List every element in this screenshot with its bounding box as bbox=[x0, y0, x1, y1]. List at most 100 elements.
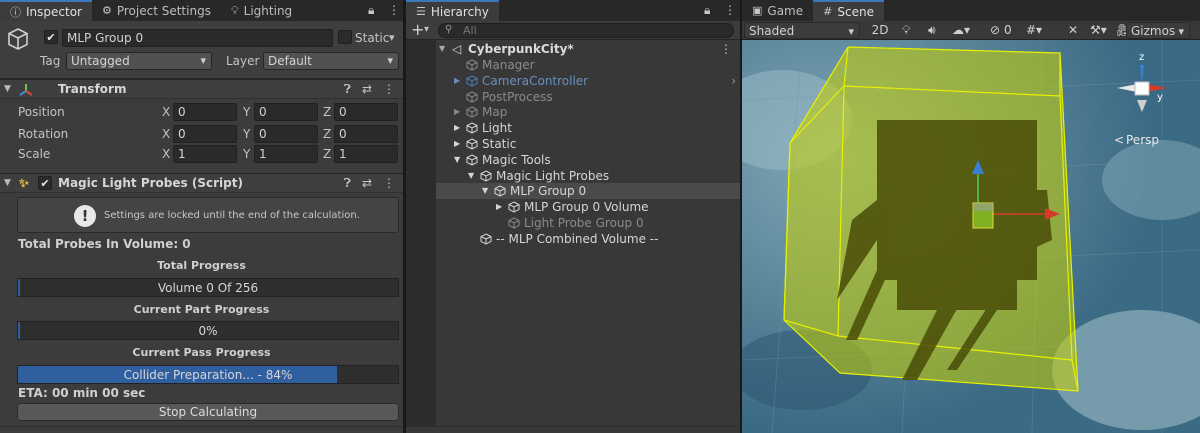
position-y-field[interactable]: 0 bbox=[254, 103, 318, 121]
stop-calculating-button[interactable]: Stop Calculating bbox=[17, 403, 399, 421]
shading-dropdown[interactable]: Shaded bbox=[744, 22, 860, 40]
tab-scene[interactable]: # Scene bbox=[813, 0, 884, 21]
rotation-z-field[interactable]: 0 bbox=[334, 125, 398, 143]
fold-open-icon[interactable]: ▼ bbox=[468, 168, 474, 184]
help-icon[interactable]: ❓︎ bbox=[344, 82, 351, 97]
fold-open-icon[interactable]: ▼ bbox=[482, 183, 488, 199]
script-enabled-checkbox[interactable]: ✔ bbox=[38, 176, 52, 190]
hidden-objects-icon[interactable]: ⊘ bbox=[990, 22, 1000, 39]
hierarchy-search[interactable]: ⚲ bbox=[438, 23, 734, 38]
tools-icon[interactable]: ✕ bbox=[1068, 22, 1078, 39]
exclamation-icon: ! bbox=[74, 205, 96, 227]
layer-dropdown[interactable]: Default bbox=[263, 52, 399, 70]
hierarchy-item-label: MLP Group 0 Volume bbox=[524, 200, 649, 215]
hierarchy-item-label: CameraController bbox=[482, 73, 589, 88]
hierarchy-item[interactable]: PostProcess bbox=[436, 89, 740, 105]
persp-label[interactable]: Persp bbox=[1126, 133, 1159, 147]
preset-icon[interactable]: ⇄ bbox=[362, 176, 372, 191]
fold-open-icon[interactable]: ▼ bbox=[4, 178, 11, 188]
static-checkbox[interactable] bbox=[338, 30, 352, 44]
inspector-tabbar: ⓘ Inspector ⚙ Project Settings 💡︎ Lighti… bbox=[0, 0, 403, 21]
gameobject-cube-icon bbox=[466, 59, 478, 71]
rotation-label: Rotation bbox=[18, 127, 69, 141]
hierarchy-item[interactable]: ▼ Magic Light Probes bbox=[436, 168, 740, 184]
static-dropdown-icon[interactable]: ▾ bbox=[389, 31, 395, 44]
fold-closed-icon[interactable]: ▶ bbox=[454, 120, 460, 136]
gameobject-cube-icon bbox=[480, 233, 492, 245]
fold-open-icon[interactable]: ▼ bbox=[454, 152, 460, 168]
hierarchy-tabbar: ☰ Hierarchy bbox=[406, 0, 740, 21]
hierarchy-item[interactable]: Light Probe Group 0 bbox=[436, 215, 740, 231]
hierarchy-item[interactable]: ▶ Static bbox=[436, 136, 740, 152]
fold-open-icon[interactable]: ▼ bbox=[439, 41, 445, 57]
rotation-x-field[interactable]: 0 bbox=[173, 125, 237, 143]
scene-viewport[interactable]: z y < Persp bbox=[742, 40, 1200, 433]
rotation-y-field[interactable]: 0 bbox=[254, 125, 318, 143]
object-name-field[interactable]: MLP Group 0 bbox=[62, 29, 333, 47]
audio-toggle-icon[interactable]: 🔊︎ bbox=[928, 22, 936, 39]
tab-lighting[interactable]: 💡︎ Lighting bbox=[221, 0, 302, 21]
hierarchy-item[interactable]: Manager bbox=[436, 57, 740, 73]
hierarchy-item[interactable]: ▶ Map bbox=[436, 104, 740, 120]
unity-scene-icon: ◁ bbox=[452, 42, 462, 56]
gameobject-cube-icon bbox=[494, 185, 506, 197]
scale-row: Scale X 1 Y 1 Z 1 bbox=[0, 144, 403, 164]
chevron-right-icon[interactable]: › bbox=[731, 73, 736, 89]
preset-icon[interactable]: ⇄ bbox=[362, 82, 372, 97]
tab-game[interactable]: ▣ Game bbox=[742, 0, 813, 21]
hierarchy-item[interactable]: ▼ Magic Tools bbox=[436, 152, 740, 168]
hierarchy-item[interactable]: -- MLP Combined Volume -- bbox=[436, 231, 740, 247]
scale-x-field[interactable]: 1 bbox=[173, 145, 237, 163]
hierarchy-item-label: Light bbox=[482, 121, 512, 136]
fold-closed-icon[interactable]: ▶ bbox=[454, 136, 460, 152]
position-x-field[interactable]: 0 bbox=[173, 103, 237, 121]
position-row: Position X 0 Y 0 Z 0 bbox=[0, 102, 403, 122]
tag-dropdown[interactable]: Untagged bbox=[66, 52, 212, 70]
scale-y-field[interactable]: 1 bbox=[254, 145, 318, 163]
object-header: ✔ MLP Group 0 Static ▾ Tag Untagged Laye… bbox=[0, 21, 403, 79]
kebab-icon[interactable]: ⋮ bbox=[383, 176, 395, 191]
help-icon[interactable]: ❓︎ bbox=[344, 176, 351, 191]
hierarchy-item[interactable]: ▶ MLP Group 0 Volume bbox=[436, 199, 740, 215]
hierarchy-item[interactable]: ▼ MLP Group 0 bbox=[436, 183, 740, 200]
lock-icon[interactable]: 🔒︎ bbox=[704, 3, 716, 18]
search-input[interactable] bbox=[463, 24, 713, 37]
static-label[interactable]: Static bbox=[355, 31, 389, 45]
scale-z-field[interactable]: 1 bbox=[334, 145, 398, 163]
gear-icon: ⚙ bbox=[101, 4, 112, 17]
gameobject-cube-icon bbox=[466, 138, 478, 150]
hierarchy-item[interactable]: ▶ Light bbox=[436, 120, 740, 136]
2d-toggle[interactable]: 2D bbox=[870, 22, 890, 39]
position-z-field[interactable]: 0 bbox=[334, 103, 398, 121]
lighting-toggle-icon[interactable]: 💡︎ bbox=[902, 22, 910, 39]
transform-axes-icon bbox=[19, 84, 33, 96]
tab-project-settings[interactable]: ⚙ Project Settings bbox=[92, 0, 221, 21]
lock-icon[interactable]: 🔒︎ bbox=[368, 3, 380, 18]
axis-x-label: X bbox=[162, 127, 171, 141]
part-progress-title: Current Part Progress bbox=[133, 303, 270, 316]
tab-hierarchy[interactable]: ☰ Hierarchy bbox=[406, 0, 499, 21]
gizmos-dropdown[interactable]: Gizmos bbox=[1126, 22, 1190, 40]
magic-light-probes-header[interactable]: ▼ ✨︎ ✔ Magic Light Probes (Script) ❓︎ ⇄ … bbox=[0, 173, 403, 193]
fold-open-icon[interactable]: ▼ bbox=[4, 84, 11, 94]
add-button[interactable]: + bbox=[411, 21, 424, 39]
total-probes-label: Total Probes In Volume: 0 bbox=[18, 237, 191, 251]
tab-inspector[interactable]: ⓘ Inspector bbox=[0, 0, 92, 21]
component-tools-icon[interactable]: ⚒▾ bbox=[1090, 22, 1107, 39]
fold-closed-icon[interactable]: ▶ bbox=[496, 199, 502, 215]
fold-closed-icon[interactable]: ▶ bbox=[454, 73, 460, 89]
effects-icon[interactable]: ☁︎▾ bbox=[952, 22, 970, 39]
hidden-count: 0 bbox=[1004, 23, 1012, 37]
gameobject-cube-icon bbox=[466, 154, 478, 166]
kebab-icon[interactable]: ⋮ bbox=[383, 82, 395, 97]
grid-toggle-icon[interactable]: #▾ bbox=[1026, 22, 1042, 39]
active-checkbox[interactable]: ✔ bbox=[44, 30, 58, 44]
scene-root-row[interactable]: ▼ ◁ CyberpunkCity* ⋮ bbox=[436, 41, 740, 57]
transform-header[interactable]: ▼ Transform ❓︎ ⇄ ⋮ bbox=[0, 79, 403, 99]
hierarchy-toolbar: + ▾ ⚲ bbox=[406, 21, 740, 40]
hierarchy-item[interactable]: ▶ CameraController › bbox=[436, 73, 740, 89]
fold-closed-icon[interactable]: ▶ bbox=[454, 104, 460, 120]
scene-kebab-icon[interactable]: ⋮ bbox=[720, 41, 732, 57]
add-dropdown-icon[interactable]: ▾ bbox=[424, 24, 429, 35]
persp-arrow-icon[interactable]: < bbox=[1114, 133, 1124, 147]
